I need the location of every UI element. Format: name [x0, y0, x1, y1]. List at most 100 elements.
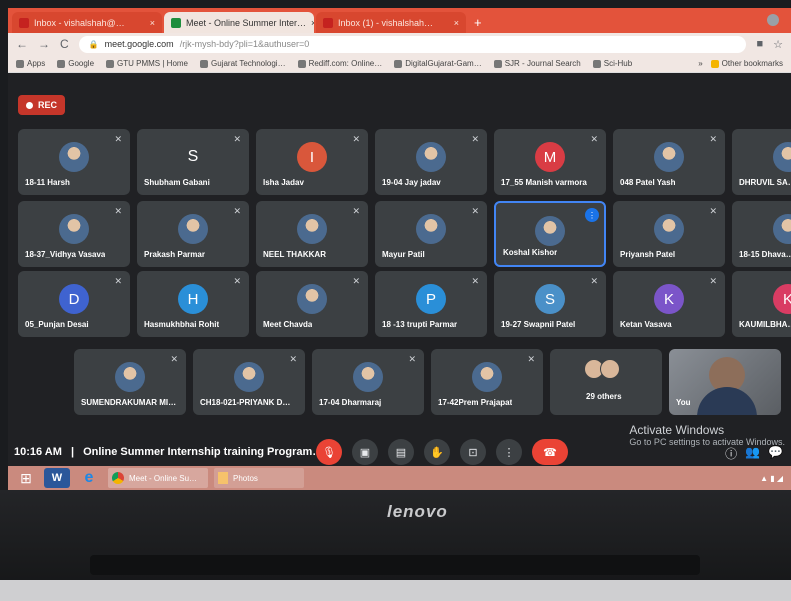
new-tab-button[interactable]: +	[468, 15, 488, 33]
participant-name: 05_Punjan Desai	[25, 320, 89, 329]
reload-icon[interactable]: C	[60, 37, 69, 51]
tab-meet[interactable]: Meet - Online Summer Inter… ×	[164, 12, 314, 33]
close-icon[interactable]: ×	[150, 18, 155, 28]
participant-tile[interactable]: P ✕ 18 -13 trupti Parmar	[375, 271, 487, 337]
camera-button[interactable]: ▣	[352, 439, 378, 465]
bookmark-label: GTU PMMS | Home	[117, 59, 189, 68]
mic-muted-icon: ✕	[590, 276, 598, 286]
tab-label: Inbox (1) - vishalshah…	[338, 17, 434, 28]
meeting-details[interactable]: 10:16 AM | Online Summer Internship trai…	[14, 446, 323, 458]
participant-tile[interactable]: ✕ 19-04 Jay jadav	[375, 129, 487, 195]
bookmark-apps[interactable]: Apps	[16, 59, 45, 68]
participant-tile[interactable]: D ✕ 05_Punjan Desai	[18, 271, 130, 337]
avatar-photo	[59, 142, 89, 172]
avatar: I	[297, 142, 327, 172]
window-control-icon[interactable]	[767, 14, 779, 26]
hang-up-button[interactable]: ☎	[532, 439, 568, 465]
participant-tile[interactable]: K ✕ Ketan Vasava	[613, 271, 725, 337]
participant-tile[interactable]: ✕ NEEL THAKKAR	[256, 201, 368, 267]
avatar: D	[59, 284, 89, 314]
apps-icon	[16, 59, 24, 68]
participant-tile[interactable]: S ✕ 19-27 Swapnil Patel	[494, 271, 606, 337]
participant-tile[interactable]: ✕ Prakash Parmar	[137, 201, 249, 267]
bookmark-scihub[interactable]: Sci-Hub	[592, 59, 632, 68]
participant-tile[interactable]: ✕ Priyansh Patel	[613, 201, 725, 267]
start-button[interactable]: ⊞	[14, 468, 38, 488]
participant-name: 048 Patel Yash	[620, 178, 676, 187]
participant-tile[interactable]: ✕ CH18-021-PRIYANK D…	[193, 349, 305, 415]
windows-taskbar: ⊞ W e Meet - Online Su… Photos ▲ ▮ ◢	[8, 466, 791, 490]
participant-tile[interactable]: ✕ 18-11 Harsh	[18, 129, 130, 195]
present-button[interactable]: ⊡	[460, 439, 486, 465]
participant-tile[interactable]: H ✕ Hasmukhbhai Rohit	[137, 271, 249, 337]
bookmark-label: SJR - Journal Search	[504, 59, 581, 68]
star-icon[interactable]: ☆	[773, 38, 783, 51]
bookmark-gujarat-tech[interactable]: Gujarat Technologi…	[200, 59, 286, 68]
word-icon[interactable]: W	[44, 468, 70, 488]
participant-name: NEEL THAKKAR	[263, 250, 326, 259]
participant-tile[interactable]: ✕ Mayur Patil	[375, 201, 487, 267]
taskbar-photos-button[interactable]: Photos	[214, 468, 304, 488]
participant-tile[interactable]: I ✕ Isha Jadav	[256, 129, 368, 195]
desk-surface	[0, 580, 791, 601]
tab-inbox-2[interactable]: Inbox (1) - vishalshah… ×	[316, 12, 466, 33]
participant-tile[interactable]: ✕ 048 Patel Yash	[613, 129, 725, 195]
more-options-button[interactable]: ⋮	[496, 439, 522, 465]
participant-tile[interactable]: ✕⋮Koshal Kishor	[494, 201, 606, 267]
participant-name: KAUMILBHA…	[739, 320, 791, 329]
participant-tile[interactable]: ✕ SUMENDRAKUMAR MI…	[74, 349, 186, 415]
more-bookmarks-icon[interactable]: »	[698, 59, 702, 68]
avatar-photo	[297, 284, 327, 314]
avatar-photo	[59, 214, 89, 244]
info-icon[interactable]: ⓘ	[725, 445, 737, 462]
participant-tile[interactable]: S ✕ Shubham Gabani	[137, 129, 249, 195]
mic-off-button[interactable]: 🎙	[316, 439, 342, 465]
participant-name: Koshal Kishor	[503, 248, 558, 257]
mic-muted-icon: ✕	[471, 276, 479, 286]
participant-tile[interactable]: 29 others	[550, 349, 662, 415]
bookmark-digitalgujarat[interactable]: DigitalGujarat-Gam…	[394, 59, 482, 68]
participant-tile[interactable]: ✕ Meet Chavda	[256, 271, 368, 337]
bookmark-google[interactable]: Google	[57, 59, 94, 68]
people-icon[interactable]: 👥	[745, 445, 760, 462]
camera-icon[interactable]: ■	[756, 38, 763, 51]
close-icon[interactable]: ×	[311, 18, 314, 28]
participant-name: 18-11 Harsh	[25, 178, 70, 187]
captions-button[interactable]: ▤	[388, 439, 414, 465]
back-icon[interactable]: ←	[16, 37, 28, 51]
meeting-title: Online Summer Internship training Progra…	[83, 446, 324, 458]
participant-tile[interactable]: ✕18-15 Dhava…	[732, 201, 791, 267]
avatar-photo	[178, 214, 208, 244]
mic-muted-icon: ✕	[408, 354, 416, 364]
laptop-hinge	[90, 555, 700, 575]
bookmark-rediff[interactable]: Rediff.com: Online…	[297, 59, 382, 68]
raise-hand-button[interactable]: ✋	[424, 439, 450, 465]
self-video-tile[interactable]: You	[669, 349, 781, 415]
url-host: meet.google.com	[104, 39, 174, 49]
participant-tile[interactable]: M ✕ 17_55 Manish varmora	[494, 129, 606, 195]
url-field[interactable]: 🔒 meet.google.com/rjk-mysh-bdy?pli=1&aut…	[78, 35, 747, 53]
participant-tile[interactable]: ✕DHRUVIL SA…	[732, 129, 791, 195]
separator: |	[70, 446, 75, 458]
close-icon[interactable]: ×	[454, 18, 459, 28]
participant-name: Ketan Vasava	[620, 320, 672, 329]
bookmark-label: Other bookmarks	[721, 59, 783, 68]
taskbar-chrome-button[interactable]: Meet - Online Su…	[108, 468, 208, 488]
participant-name: 29 others	[586, 392, 622, 401]
participant-tile[interactable]: K✕KAUMILBHA…	[732, 271, 791, 337]
tab-inbox[interactable]: Inbox - vishalshah@… ×	[12, 12, 162, 33]
participant-tile[interactable]: ✕ 18-37_Vidhya Vasava	[18, 201, 130, 267]
forward-icon[interactable]: →	[38, 37, 50, 51]
chat-icon[interactable]: 💬	[768, 445, 783, 462]
mic-muted-icon: ✕	[114, 206, 122, 216]
system-tray[interactable]: ▲ ▮ ◢	[760, 474, 783, 483]
other-bookmarks[interactable]: Other bookmarks	[710, 59, 783, 68]
participant-tile[interactable]: ✕ 17-04 Dharmaraj	[312, 349, 424, 415]
avatar-photo	[416, 142, 446, 172]
internet-explorer-icon[interactable]: e	[76, 468, 102, 488]
bookmark-sjr[interactable]: SJR - Journal Search	[493, 59, 581, 68]
bookmark-gtu[interactable]: GTU PMMS | Home	[106, 59, 188, 68]
participant-tile[interactable]: ✕ 17-42Prem Prajapat	[431, 349, 543, 415]
rec-label: REC	[38, 100, 58, 110]
record-dot-icon	[26, 101, 33, 109]
